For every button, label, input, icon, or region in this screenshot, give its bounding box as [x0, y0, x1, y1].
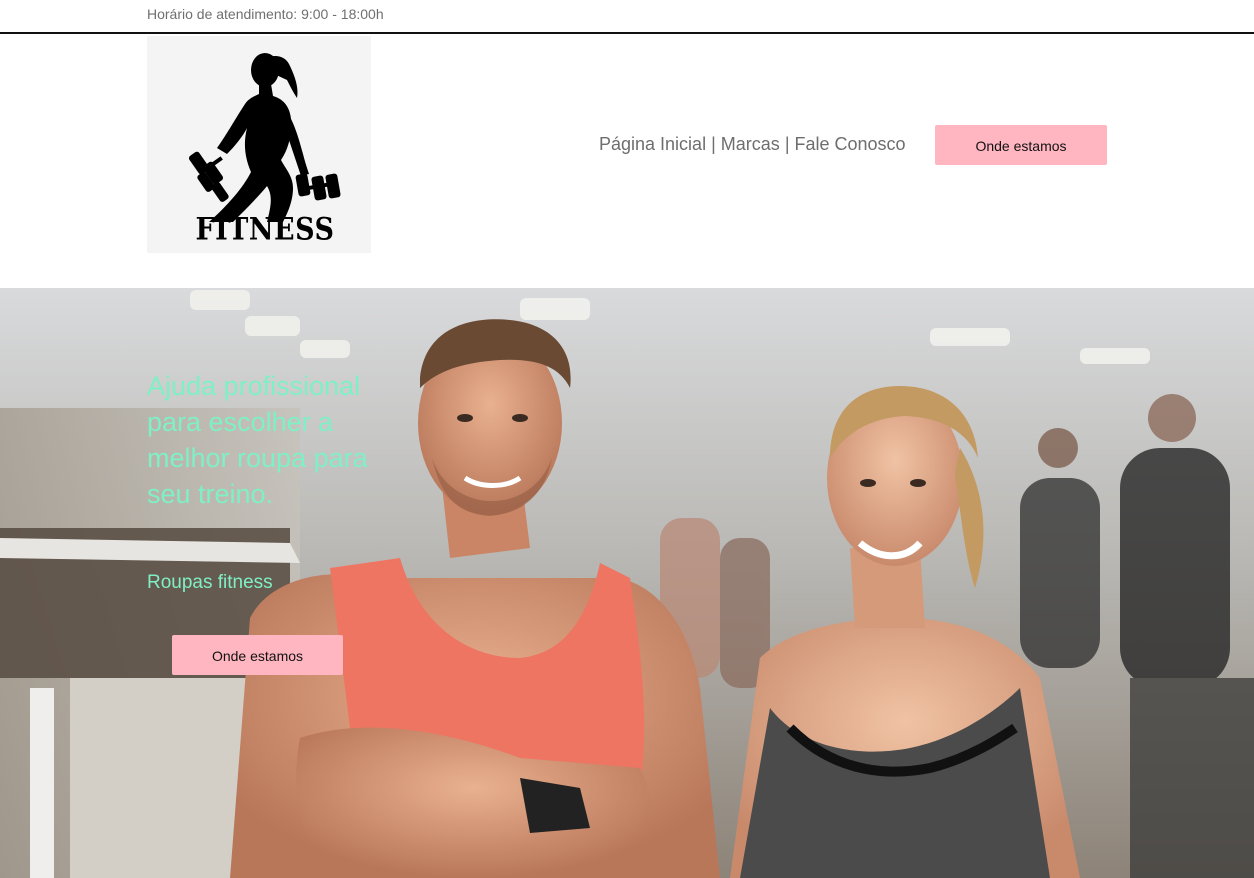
nav-link-contact[interactable]: Fale Conosco — [795, 134, 906, 154]
where-we-are-button[interactable]: Onde estamos — [935, 125, 1107, 165]
fitness-logo[interactable]: FITNESS — [147, 36, 371, 253]
site-header: FITNESS Página Inicial | Marcas | Fale C… — [0, 34, 1254, 288]
logo-wordmark: FITNESS — [195, 211, 335, 248]
hero-headline: Ajuda profissional para escolher a melho… — [147, 371, 368, 509]
top-info-bar: Horário de atendimento: 9:00 - 18:00h — [0, 0, 1254, 34]
business-hours-text: Horário de atendimento: 9:00 - 18:00h — [147, 6, 384, 22]
hero-where-we-are-button[interactable]: Onde estamos — [172, 635, 343, 675]
nav-separator: | — [784, 134, 795, 154]
nav-link-home[interactable]: Página Inicial — [599, 134, 706, 154]
hero-banner: Ajuda profissional para escolher a melho… — [0, 288, 1254, 878]
nav-link-brands[interactable]: Marcas — [721, 134, 780, 154]
hero-subtitle: Roupas fitness — [147, 572, 273, 593]
main-navigation: Página Inicial | Marcas | Fale Conosco — [599, 134, 906, 155]
nav-separator: | — [711, 134, 721, 154]
